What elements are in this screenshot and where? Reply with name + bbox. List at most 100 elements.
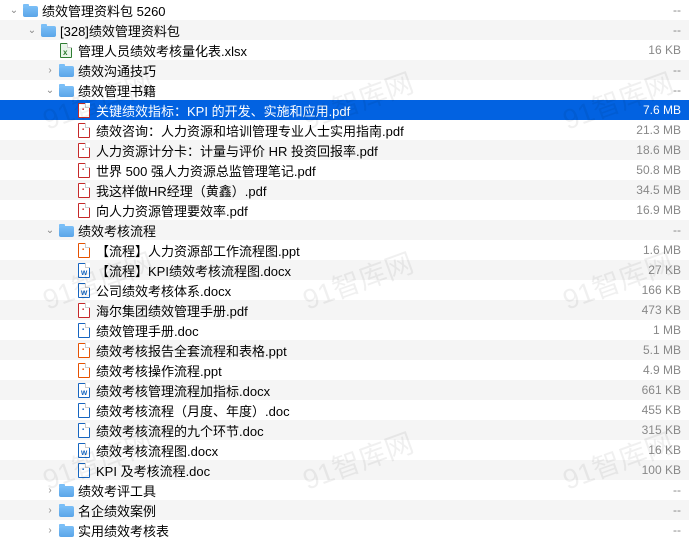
- item-size: 16.9 MB: [636, 203, 681, 217]
- item-size: 50.8 MB: [636, 163, 681, 177]
- item-name: 人力资源计分卡：计量与评价 HR 投资回报率.pdf: [96, 141, 628, 160]
- file-row[interactable]: 绩效考核报告全套流程和表格.ppt 5.1 MB: [0, 340, 689, 360]
- pdf-icon: [76, 182, 92, 198]
- item-size: 16 KB: [648, 443, 681, 457]
- folder-icon: [58, 222, 74, 238]
- item-size: 27 KB: [648, 263, 681, 277]
- folder-row[interactable]: ›名企绩效案例--: [0, 500, 689, 520]
- file-row[interactable]: 绩效考核流程（月度、年度）.doc455 KB: [0, 400, 689, 420]
- item-size: --: [673, 483, 681, 497]
- docx-icon: [76, 442, 92, 458]
- pdf-icon: [76, 142, 92, 158]
- folder-row[interactable]: › 实用绩效考核表 --: [0, 520, 689, 540]
- file-row[interactable]: 公司绩效考核体系.docx 166 KB: [0, 280, 689, 300]
- pdf-icon: [76, 162, 92, 178]
- item-size: 1.6 MB: [643, 243, 681, 257]
- item-name: 绩效沟通技巧: [78, 61, 665, 80]
- item-name: [328]绩效管理资料包: [60, 21, 665, 40]
- file-row[interactable]: 绩效管理手册.doc 1 MB: [0, 320, 689, 340]
- item-name: 绩效考核报告全套流程和表格.ppt: [96, 341, 635, 360]
- file-row[interactable]: 【流程】人力资源部工作流程图.ppt 1.6 MB: [0, 240, 689, 260]
- ppt-icon: [76, 342, 92, 358]
- item-size: 100 KB: [642, 463, 681, 477]
- item-name: 【流程】KPI绩效考核流程图.docx: [96, 261, 640, 280]
- item-name: 实用绩效考核表: [78, 521, 665, 540]
- file-row[interactable]: 绩效考核流程的九个环节.doc 315 KB: [0, 420, 689, 440]
- item-size: 455 KB: [642, 403, 681, 417]
- item-name: 公司绩效考核体系.docx: [96, 281, 634, 300]
- item-size: 1 MB: [653, 323, 681, 337]
- file-row[interactable]: KPI 及考核流程.doc 100 KB: [0, 460, 689, 480]
- file-row[interactable]: 世界 500 强人力资源总监管理笔记.pdf 50.8 MB: [0, 160, 689, 180]
- item-size: 34.5 MB: [636, 183, 681, 197]
- item-name: 绩效考核流程图.docx: [96, 441, 640, 460]
- file-row[interactable]: 【流程】KPI绩效考核流程图.docx 27 KB: [0, 260, 689, 280]
- item-size: --: [673, 523, 681, 537]
- item-name: 世界 500 强人力资源总监管理笔记.pdf: [96, 161, 628, 180]
- item-size: 661 KB: [642, 383, 681, 397]
- doc-icon: [76, 422, 92, 438]
- item-size: 18.6 MB: [636, 143, 681, 157]
- item-size: 315 KB: [642, 423, 681, 437]
- item-name: 绩效管理资料包 5260: [42, 1, 665, 20]
- item-size: 473 KB: [642, 303, 681, 317]
- folder-row[interactable]: ⌄绩效管理书籍--: [0, 80, 689, 100]
- item-size: 4.9 MB: [643, 363, 681, 377]
- pdf-icon: [76, 122, 92, 138]
- file-row[interactable]: 人力资源计分卡：计量与评价 HR 投资回报率.pdf 18.6 MB: [0, 140, 689, 160]
- chevron-down-icon[interactable]: ⌄: [26, 25, 38, 36]
- item-size: --: [673, 503, 681, 517]
- item-size: --: [673, 83, 681, 97]
- item-size: --: [673, 3, 681, 17]
- item-name: 绩效考核流程的九个环节.doc: [96, 421, 634, 440]
- folder-row[interactable]: › 绩效沟通技巧 --: [0, 60, 689, 80]
- folder-icon: [58, 482, 74, 498]
- file-row[interactable]: 关键绩效指标：KPI 的开发、实施和应用.pdf 7.6 MB: [0, 100, 689, 120]
- item-size: 7.6 MB: [643, 103, 681, 117]
- folder-icon: [22, 2, 38, 18]
- folder-row[interactable]: ⌄ [328]绩效管理资料包 --: [0, 20, 689, 40]
- chevron-down-icon[interactable]: ⌄: [44, 225, 56, 236]
- file-row[interactable]: 海尔集团绩效管理手册.pdf 473 KB: [0, 300, 689, 320]
- file-row[interactable]: 我这样做HR经理（黄鑫）.pdf34.5 MB: [0, 180, 689, 200]
- item-name: 海尔集团绩效管理手册.pdf: [96, 301, 634, 320]
- item-name: 绩效咨询：人力资源和培训管理专业人士实用指南.pdf: [96, 121, 628, 140]
- item-size: --: [673, 23, 681, 37]
- file-row[interactable]: 绩效考核管理流程加指标.docx661 KB: [0, 380, 689, 400]
- folder-icon: [40, 22, 56, 38]
- folder-row[interactable]: ⌄ 绩效考核流程 --: [0, 220, 689, 240]
- chevron-down-icon[interactable]: ⌄: [8, 5, 20, 16]
- item-name: KPI 及考核流程.doc: [96, 461, 634, 480]
- item-name: 【流程】人力资源部工作流程图.ppt: [96, 241, 635, 260]
- chevron-right-icon[interactable]: ›: [44, 485, 56, 496]
- file-row[interactable]: 向人力资源管理要效率.pdf16.9 MB: [0, 200, 689, 220]
- file-row[interactable]: 绩效考核操作流程.ppt 4.9 MB: [0, 360, 689, 380]
- folder-icon: [58, 82, 74, 98]
- chevron-right-icon[interactable]: ›: [44, 505, 56, 516]
- chevron-right-icon[interactable]: ›: [44, 525, 56, 536]
- item-size: --: [673, 63, 681, 77]
- item-name: 绩效考核流程: [78, 221, 665, 240]
- item-size: 166 KB: [642, 283, 681, 297]
- item-name: 绩效管理手册.doc: [96, 321, 645, 340]
- item-size: --: [673, 223, 681, 237]
- folder-icon: [58, 502, 74, 518]
- item-name: 绩效考核操作流程.ppt: [96, 361, 635, 380]
- item-name: 关键绩效指标：KPI 的开发、实施和应用.pdf: [96, 101, 635, 120]
- file-row[interactable]: 管理人员绩效考核量化表.xlsx16 KB: [0, 40, 689, 60]
- docx-icon: [76, 282, 92, 298]
- file-row[interactable]: 绩效咨询：人力资源和培训管理专业人士实用指南.pdf 21.3 MB: [0, 120, 689, 140]
- doc-icon: [76, 402, 92, 418]
- doc-icon: [76, 322, 92, 338]
- file-row[interactable]: 绩效考核流程图.docx 16 KB: [0, 440, 689, 460]
- item-size: 5.1 MB: [643, 343, 681, 357]
- pdf-icon: [76, 202, 92, 218]
- folder-row[interactable]: ⌄ 绩效管理资料包 5260 --: [0, 0, 689, 20]
- file-tree[interactable]: ⌄ 绩效管理资料包 5260 -- ⌄ [328]绩效管理资料包 -- 管理人员绩效考核量化…: [0, 0, 689, 540]
- item-size: 21.3 MB: [636, 123, 681, 137]
- chevron-down-icon[interactable]: ⌄: [44, 85, 56, 96]
- folder-icon: [58, 522, 74, 538]
- item-name: 管理人员绩效考核量化表.xlsx: [78, 41, 640, 60]
- folder-row[interactable]: ›绩效考评工具--: [0, 480, 689, 500]
- chevron-right-icon[interactable]: ›: [44, 65, 56, 76]
